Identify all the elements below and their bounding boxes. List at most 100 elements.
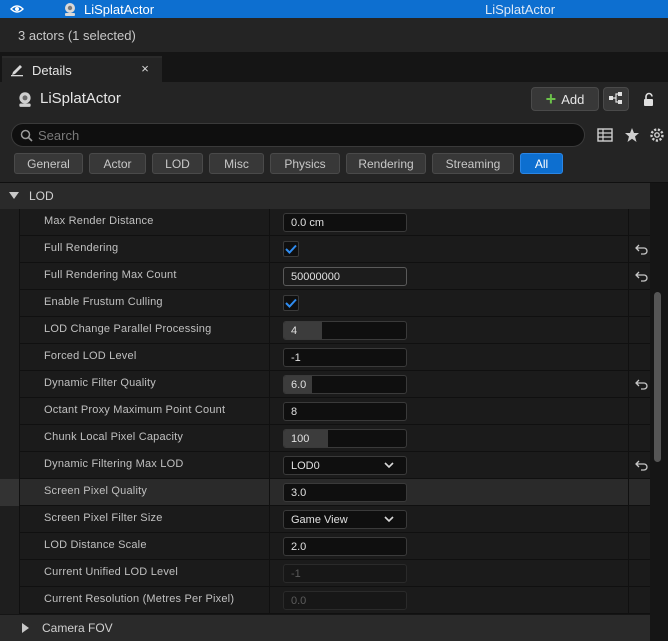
property-label: Enable Frustum Culling — [44, 296, 163, 308]
divider — [628, 290, 629, 317]
search-box[interactable] — [11, 123, 585, 147]
current-unified-lod-level-readonly: -1 — [283, 564, 407, 583]
divider — [269, 290, 270, 317]
lod-distance-scale-input[interactable]: 2.0 — [283, 537, 407, 556]
close-icon[interactable]: × — [138, 61, 152, 76]
octant-proxy-max-point-count-input[interactable]: 8 — [283, 402, 407, 421]
row-gutter — [0, 317, 20, 344]
lock-icon[interactable] — [639, 90, 659, 110]
screen-pixel-quality-input[interactable]: 3.0 — [283, 483, 407, 502]
divider — [269, 452, 270, 479]
reset-to-default-icon[interactable] — [633, 241, 649, 257]
chunk-local-pixel-capacity-slider[interactable]: 100 — [283, 429, 407, 448]
category-filter-bar: General Actor LOD Misc Physics Rendering… — [0, 152, 668, 182]
divider — [269, 263, 270, 290]
row-gutter — [0, 452, 20, 479]
reset-to-default-icon[interactable] — [633, 457, 649, 473]
table-view-icon[interactable] — [596, 126, 614, 144]
dynamic-filter-quality-slider[interactable]: 6.0 — [283, 375, 407, 394]
max-render-distance-input[interactable]: 0.0 cm — [283, 213, 407, 232]
details-actor-name: LiSplatActor — [40, 90, 121, 107]
row-gutter — [0, 479, 20, 506]
row-gutter — [0, 533, 20, 560]
blueprint-button[interactable] — [603, 87, 629, 111]
property-row-full-rendering-max-count: Full Rendering Max Count 50000000 — [0, 263, 650, 290]
section-camera-fov-header[interactable]: Camera FOV — [0, 615, 650, 641]
property-list: Max Render Distance 0.0 cm Full Renderin… — [0, 209, 650, 614]
category-all-button[interactable]: All — [520, 153, 563, 174]
slider-fill — [284, 322, 322, 339]
property-row-dynamic-filter-quality: Dynamic Filter Quality 6.0 — [0, 371, 650, 398]
search-icon — [18, 127, 34, 143]
section-lod-header[interactable]: LOD — [0, 183, 650, 209]
slider-value: 4 — [291, 324, 298, 337]
property-row-forced-lod-level: Forced LOD Level -1 — [0, 344, 650, 371]
divider — [269, 587, 270, 614]
hierarchy-icon — [608, 91, 624, 108]
outliner-actor-type: LiSplatActor — [485, 1, 556, 17]
row-gutter — [0, 506, 20, 533]
chevron-right-icon — [22, 623, 42, 633]
category-streaming-button[interactable]: Streaming — [432, 153, 514, 174]
outliner-selected-row[interactable]: LiSplatActor LiSplatActor — [0, 0, 668, 18]
category-rendering-button[interactable]: Rendering — [346, 153, 426, 174]
star-icon[interactable] — [623, 126, 641, 144]
forced-lod-level-input[interactable]: -1 — [283, 348, 407, 367]
divider — [269, 371, 270, 398]
checkmark-icon — [285, 298, 297, 308]
details-scrollbar[interactable] — [654, 292, 661, 462]
divider — [628, 425, 629, 452]
category-physics-button[interactable]: Physics — [270, 153, 340, 174]
pencil-icon — [8, 61, 26, 79]
property-label: Dynamic Filtering Max LOD — [44, 458, 184, 470]
row-gutter — [0, 236, 20, 263]
slider-value: 6.0 — [291, 378, 307, 391]
category-actor-button[interactable]: Actor — [89, 153, 146, 174]
outliner-actor-name: LiSplatActor — [84, 1, 155, 17]
property-row-current-unified-lod-level: Current Unified LOD Level -1 — [0, 560, 650, 587]
property-row-current-resolution: Current Resolution (Metres Per Pixel) 0.… — [0, 587, 650, 614]
divider — [628, 560, 629, 587]
category-lod-button[interactable]: LOD — [152, 153, 203, 174]
reset-to-default-icon[interactable] — [633, 376, 649, 392]
panel-tab-strip: Details × — [0, 52, 668, 82]
chevron-down-icon — [9, 192, 29, 200]
add-component-button[interactable]: + Add — [531, 87, 599, 111]
property-label: Screen Pixel Filter Size — [44, 512, 163, 524]
visibility-eye-icon[interactable] — [0, 0, 34, 18]
lod-change-parallel-processing-slider[interactable]: 4 — [283, 321, 407, 340]
divider — [628, 236, 629, 263]
tab-details[interactable]: Details × — [2, 56, 162, 82]
property-label: Max Render Distance — [44, 215, 154, 227]
property-label: Current Unified LOD Level — [44, 566, 179, 578]
divider — [628, 263, 629, 290]
add-button-label: Add — [561, 91, 585, 107]
full-rendering-checkbox[interactable] — [283, 241, 299, 257]
property-row-screen-pixel-quality: Screen Pixel Quality 3.0 — [0, 479, 650, 506]
row-gutter — [0, 425, 20, 452]
full-rendering-max-count-input[interactable]: 50000000 — [283, 267, 407, 286]
row-gutter — [0, 371, 20, 398]
row-gutter — [0, 587, 20, 614]
plus-icon: + — [545, 89, 557, 109]
dynamic-filtering-max-lod-dropdown[interactable]: LOD0 — [283, 456, 407, 475]
gear-icon[interactable] — [648, 126, 666, 144]
chevron-down-icon — [382, 512, 396, 526]
property-row-lod-distance-scale: LOD Distance Scale 2.0 — [0, 533, 650, 560]
section-camera-fov-label: Camera FOV — [42, 621, 113, 635]
actor-icon — [16, 90, 34, 108]
reset-to-default-icon[interactable] — [633, 268, 649, 284]
divider — [628, 371, 629, 398]
category-general-button[interactable]: General — [14, 153, 83, 174]
category-misc-button[interactable]: Misc — [209, 153, 264, 174]
property-row-dynamic-filtering-max-lod: Dynamic Filtering Max LOD LOD0 — [0, 452, 650, 479]
divider — [628, 398, 629, 425]
row-gutter — [0, 398, 20, 425]
enable-frustum-culling-checkbox[interactable] — [283, 295, 299, 311]
screen-pixel-filter-size-dropdown[interactable]: Game View — [283, 510, 407, 529]
search-input[interactable] — [38, 127, 558, 143]
dropdown-value: LOD0 — [291, 459, 320, 472]
property-label: LOD Change Parallel Processing — [44, 323, 212, 335]
row-gutter — [0, 560, 20, 587]
divider — [628, 506, 629, 533]
